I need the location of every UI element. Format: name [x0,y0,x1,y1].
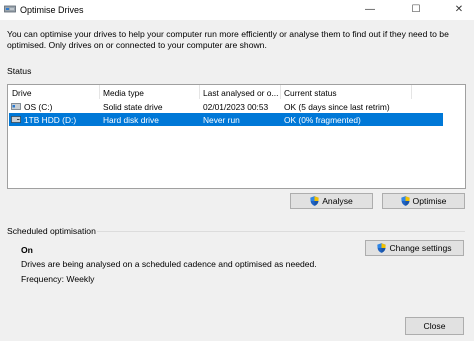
analyse-button[interactable]: Analyse [290,193,373,209]
status-section-label: Status [7,66,32,76]
column-header-drive[interactable]: Drive [12,88,32,98]
title-bar: Optimise Drives — ☐ ✕ [0,0,474,20]
close-button[interactable]: Close [405,317,464,335]
drive-name: 1TB HDD (D:) [24,115,77,125]
window-title: Optimise Drives [20,5,84,15]
minimize-button[interactable]: — [355,0,385,20]
description-text: You can optimise your drives to help you… [7,29,449,50]
maximize-button[interactable]: ☐ [401,0,431,20]
schedule-frequency: Frequency: Weekly [21,274,95,284]
optimise-button-label: Optimise [412,196,447,206]
schedule-description: Drives are being analysed on a scheduled… [21,259,317,269]
column-divider[interactable] [199,85,200,99]
media-type: Hard disk drive [103,115,159,125]
scheduled-section-label: Scheduled optimisation [7,226,96,236]
close-button-label: Close [423,321,446,331]
section-divider [97,231,465,232]
hdd-drive-icon [11,116,21,123]
change-settings-button-label: Change settings [389,243,452,253]
table-row[interactable]: OS (C:) Solid state drive 02/01/2023 00:… [8,100,465,113]
media-type: Solid state drive [103,102,163,112]
close-window-button[interactable]: ✕ [444,0,474,20]
table-header: Drive Media type Last analysed or o... C… [8,85,465,99]
analyse-button-label: Analyse [322,196,353,206]
column-header-last-analysed[interactable]: Last analysed or o... [203,88,278,98]
column-header-media-type[interactable]: Media type [103,88,144,98]
last-analysed: Never run [203,115,240,125]
column-divider[interactable] [99,85,100,99]
ssd-drive-icon [11,103,21,110]
last-analysed: 02/01/2023 00:53 [203,102,269,112]
schedule-state: On [21,245,33,255]
table-row-selected[interactable]: 1TB HDD (D:) Hard disk drive Never run O… [9,113,443,126]
optimise-button[interactable]: Optimise [382,193,465,209]
change-settings-button[interactable]: Change settings [365,240,464,256]
drives-table[interactable]: Drive Media type Last analysed or o... C… [7,84,466,189]
uac-shield-icon [377,243,387,253]
current-status: OK (0% fragmented) [284,115,361,125]
column-header-current-status[interactable]: Current status [284,88,337,98]
uac-shield-icon [310,196,319,206]
uac-shield-icon [400,196,410,206]
optimise-drives-app-icon [4,5,16,13]
current-status: OK (5 days since last retrim) [284,102,390,112]
drive-name: OS (C:) [24,102,53,112]
column-divider[interactable] [280,85,281,99]
column-divider[interactable] [411,85,412,99]
